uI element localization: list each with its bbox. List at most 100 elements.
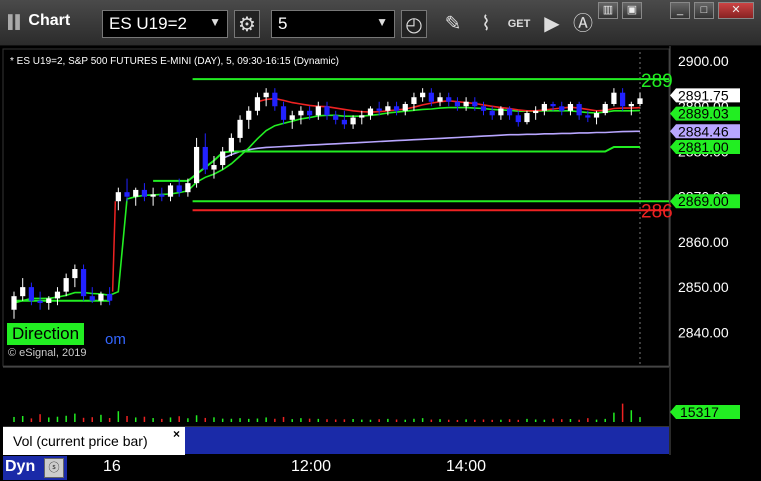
window-title: ▌▌ Chart bbox=[8, 12, 70, 30]
get-icon[interactable]: GET bbox=[506, 10, 532, 38]
volume-study-label[interactable]: Vol (current price bar) bbox=[3, 427, 185, 455]
candle-body bbox=[463, 101, 469, 107]
candle-body bbox=[367, 108, 374, 116]
candle-body bbox=[550, 104, 556, 107]
candle-body bbox=[176, 185, 182, 193]
candle-body bbox=[289, 115, 295, 120]
play-icon[interactable]: ▶ bbox=[539, 10, 565, 38]
candle-body bbox=[185, 183, 191, 193]
link-icon[interactable]: ▥ bbox=[598, 2, 618, 19]
candle-body bbox=[263, 92, 269, 98]
candle-body bbox=[420, 92, 426, 98]
minimize-icon[interactable]: _ bbox=[670, 2, 690, 19]
candle-body bbox=[54, 291, 61, 299]
candle-body bbox=[489, 110, 495, 116]
clock-icon[interactable]: ◴ bbox=[401, 10, 427, 38]
candle-body bbox=[159, 194, 165, 197]
candle-body bbox=[359, 115, 365, 118]
x-tick-label: 16 bbox=[103, 458, 121, 475]
candle-body bbox=[576, 104, 582, 116]
direction-label[interactable]: Direction bbox=[7, 323, 85, 345]
chevron-down-icon: ▼ bbox=[376, 15, 388, 29]
candle-body bbox=[228, 137, 234, 152]
candle-body bbox=[98, 293, 104, 301]
candle-body bbox=[524, 113, 530, 123]
candle-body bbox=[324, 106, 330, 116]
candle-body bbox=[341, 119, 347, 125]
candle-body bbox=[454, 101, 461, 107]
level-label-top: 289 bbox=[641, 71, 673, 92]
restore-icon[interactable]: ▣ bbox=[622, 2, 642, 19]
grip-icon[interactable]: ▌▌ bbox=[8, 14, 24, 29]
maximize-icon[interactable]: □ bbox=[694, 2, 714, 19]
volume-label-bar: Vol (current price bar) × bbox=[3, 426, 669, 455]
candle-body bbox=[602, 104, 608, 114]
candle-body bbox=[46, 298, 52, 303]
candle-body bbox=[567, 104, 574, 111]
candle-body bbox=[254, 97, 261, 111]
candle-body bbox=[220, 151, 226, 166]
candle-body bbox=[167, 185, 174, 197]
volume-tag-label: 15317 bbox=[680, 404, 719, 420]
candle-body bbox=[637, 98, 643, 104]
candle-body bbox=[376, 108, 382, 111]
candle-body bbox=[272, 92, 278, 107]
alert-icon[interactable]: Ⓐ bbox=[570, 10, 596, 38]
candle-body bbox=[202, 146, 208, 170]
dyn-label[interactable]: Dyn bbox=[5, 458, 35, 476]
candle-body bbox=[472, 101, 478, 107]
y-tick-label: 2850.00 bbox=[678, 279, 729, 295]
y-tick-label: 2900.00 bbox=[678, 53, 729, 69]
level-label-red: 286 bbox=[641, 201, 673, 222]
y-tick-label: 2840.00 bbox=[678, 324, 729, 340]
candle-body bbox=[628, 104, 634, 107]
candle-body bbox=[533, 110, 539, 114]
candle-body bbox=[124, 192, 130, 197]
candle-body bbox=[20, 287, 26, 297]
close-icon[interactable]: ✕ bbox=[718, 2, 754, 19]
close-icon[interactable]: × bbox=[173, 427, 180, 441]
candle-body bbox=[72, 269, 78, 279]
price-tag-label: 2884.46 bbox=[678, 123, 729, 139]
candle-body bbox=[506, 108, 513, 116]
candle-body bbox=[237, 119, 243, 138]
dynamic-toggle-icon[interactable]: ⓢ bbox=[44, 458, 64, 478]
candle-body bbox=[385, 106, 391, 111]
candle-body bbox=[593, 113, 600, 118]
site-link-fragment[interactable]: om bbox=[105, 331, 126, 348]
symbol-combo[interactable]: ES U19=2 ▼ bbox=[102, 10, 228, 38]
candle-body bbox=[393, 106, 400, 111]
candle-body bbox=[80, 269, 87, 297]
candle-body bbox=[437, 97, 443, 102]
candle-body bbox=[559, 106, 565, 111]
candle-body bbox=[333, 115, 339, 120]
candle-body bbox=[133, 189, 139, 197]
candle-body bbox=[411, 97, 417, 104]
candle-body bbox=[211, 165, 217, 170]
candle-body bbox=[541, 104, 547, 111]
price-axis: 2840.002850.002860.002870.002880.002890.… bbox=[670, 53, 740, 420]
candle-body bbox=[107, 293, 113, 301]
candle-body bbox=[193, 146, 200, 184]
purple-ma-line bbox=[222, 130, 641, 160]
candle-body bbox=[585, 115, 591, 118]
green-ma-line bbox=[13, 106, 641, 304]
candle-body bbox=[350, 117, 356, 125]
symbol-value: ES U19=2 bbox=[109, 14, 187, 33]
pencil-icon[interactable]: ✎ bbox=[440, 10, 466, 38]
study-icon[interactable]: ⌇ bbox=[473, 10, 499, 38]
candle-body bbox=[28, 287, 34, 301]
volume-panel bbox=[13, 403, 641, 422]
candle-body bbox=[246, 110, 252, 120]
candle-body bbox=[150, 194, 156, 197]
candle-body bbox=[280, 106, 287, 120]
support-step-line bbox=[153, 146, 640, 182]
chart-info-line: * ES U19=2, S&P 500 FUTURES E-MINI (DAY)… bbox=[10, 56, 339, 67]
candle-body bbox=[480, 106, 487, 111]
gear-icon[interactable]: ⚙ bbox=[234, 10, 260, 38]
candle-body bbox=[620, 92, 626, 107]
price-chart[interactable]: 289286 2840.002850.002860.002870.002880.… bbox=[0, 46, 761, 481]
interval-value: 5 bbox=[278, 14, 288, 33]
interval-combo[interactable]: 5 ▼ bbox=[271, 10, 395, 38]
price-panel: 289 286 bbox=[2, 46, 673, 456]
